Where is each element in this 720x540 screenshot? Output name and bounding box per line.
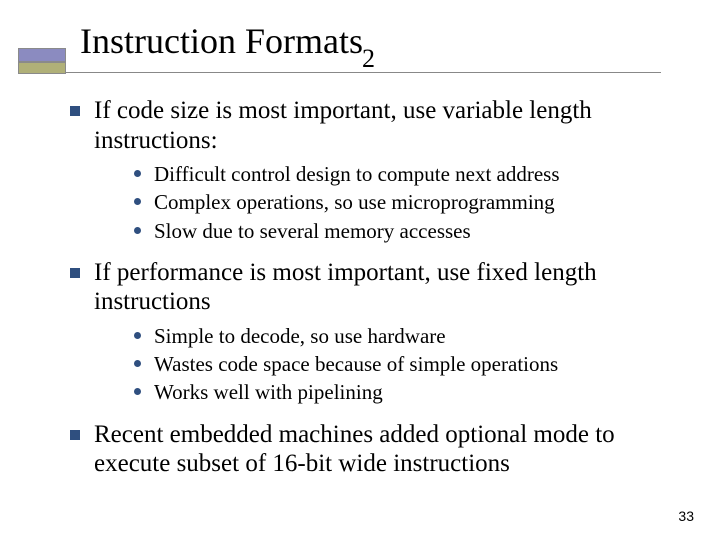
round-bullet-icon bbox=[134, 332, 141, 339]
sub-bullet-text: Wastes code space because of simple oper… bbox=[154, 351, 558, 377]
sub-bullet-item: Simple to decode, so use hardware bbox=[134, 323, 670, 349]
round-bullet-icon bbox=[134, 170, 141, 177]
round-bullet-icon bbox=[134, 388, 141, 395]
bullet-item: If performance is most important, use fi… bbox=[70, 258, 670, 317]
bullet-text: If code size is most important, use vari… bbox=[94, 96, 670, 155]
sub-bullet-text: Slow due to several memory accesses bbox=[154, 218, 471, 244]
round-bullet-icon bbox=[134, 360, 141, 367]
square-bullet-icon bbox=[70, 268, 80, 278]
title-underline bbox=[66, 72, 661, 73]
bullet-item: If code size is most important, use vari… bbox=[70, 96, 670, 155]
slide: Instruction Formats2 If code size is mos… bbox=[0, 0, 720, 540]
bullet-text: Recent embedded machines added optional … bbox=[94, 420, 670, 479]
round-bullet-icon bbox=[134, 198, 141, 205]
square-bullet-icon bbox=[70, 106, 80, 116]
sub-bullet-item: Difficult control design to compute next… bbox=[134, 161, 670, 187]
title-subscript: 2 bbox=[362, 44, 375, 73]
title-text: Instruction Formats bbox=[80, 21, 363, 61]
bullet-item: Recent embedded machines added optional … bbox=[70, 420, 670, 479]
sub-bullet-text: Complex operations, so use microprogramm… bbox=[154, 189, 555, 215]
sub-bullet-text: Simple to decode, so use hardware bbox=[154, 323, 446, 349]
slide-title: Instruction Formats2 bbox=[80, 20, 376, 68]
page-number: 33 bbox=[678, 508, 694, 524]
sub-bullet-item: Works well with pipelining bbox=[134, 379, 670, 405]
corner-top bbox=[18, 48, 66, 62]
sub-bullet-group: Difficult control design to compute next… bbox=[134, 161, 670, 244]
sub-bullet-text: Difficult control design to compute next… bbox=[154, 161, 560, 187]
sub-bullet-item: Slow due to several memory accesses bbox=[134, 218, 670, 244]
square-bullet-icon bbox=[70, 430, 80, 440]
sub-bullet-item: Wastes code space because of simple oper… bbox=[134, 351, 670, 377]
bullet-text: If performance is most important, use fi… bbox=[94, 258, 670, 317]
round-bullet-icon bbox=[134, 227, 141, 234]
sub-bullet-item: Complex operations, so use microprogramm… bbox=[134, 189, 670, 215]
corner-decoration bbox=[18, 48, 66, 74]
sub-bullet-group: Simple to decode, so use hardware Wastes… bbox=[134, 323, 670, 406]
sub-bullet-text: Works well with pipelining bbox=[154, 379, 383, 405]
corner-bottom bbox=[18, 62, 66, 74]
content-area: If code size is most important, use vari… bbox=[70, 96, 670, 483]
